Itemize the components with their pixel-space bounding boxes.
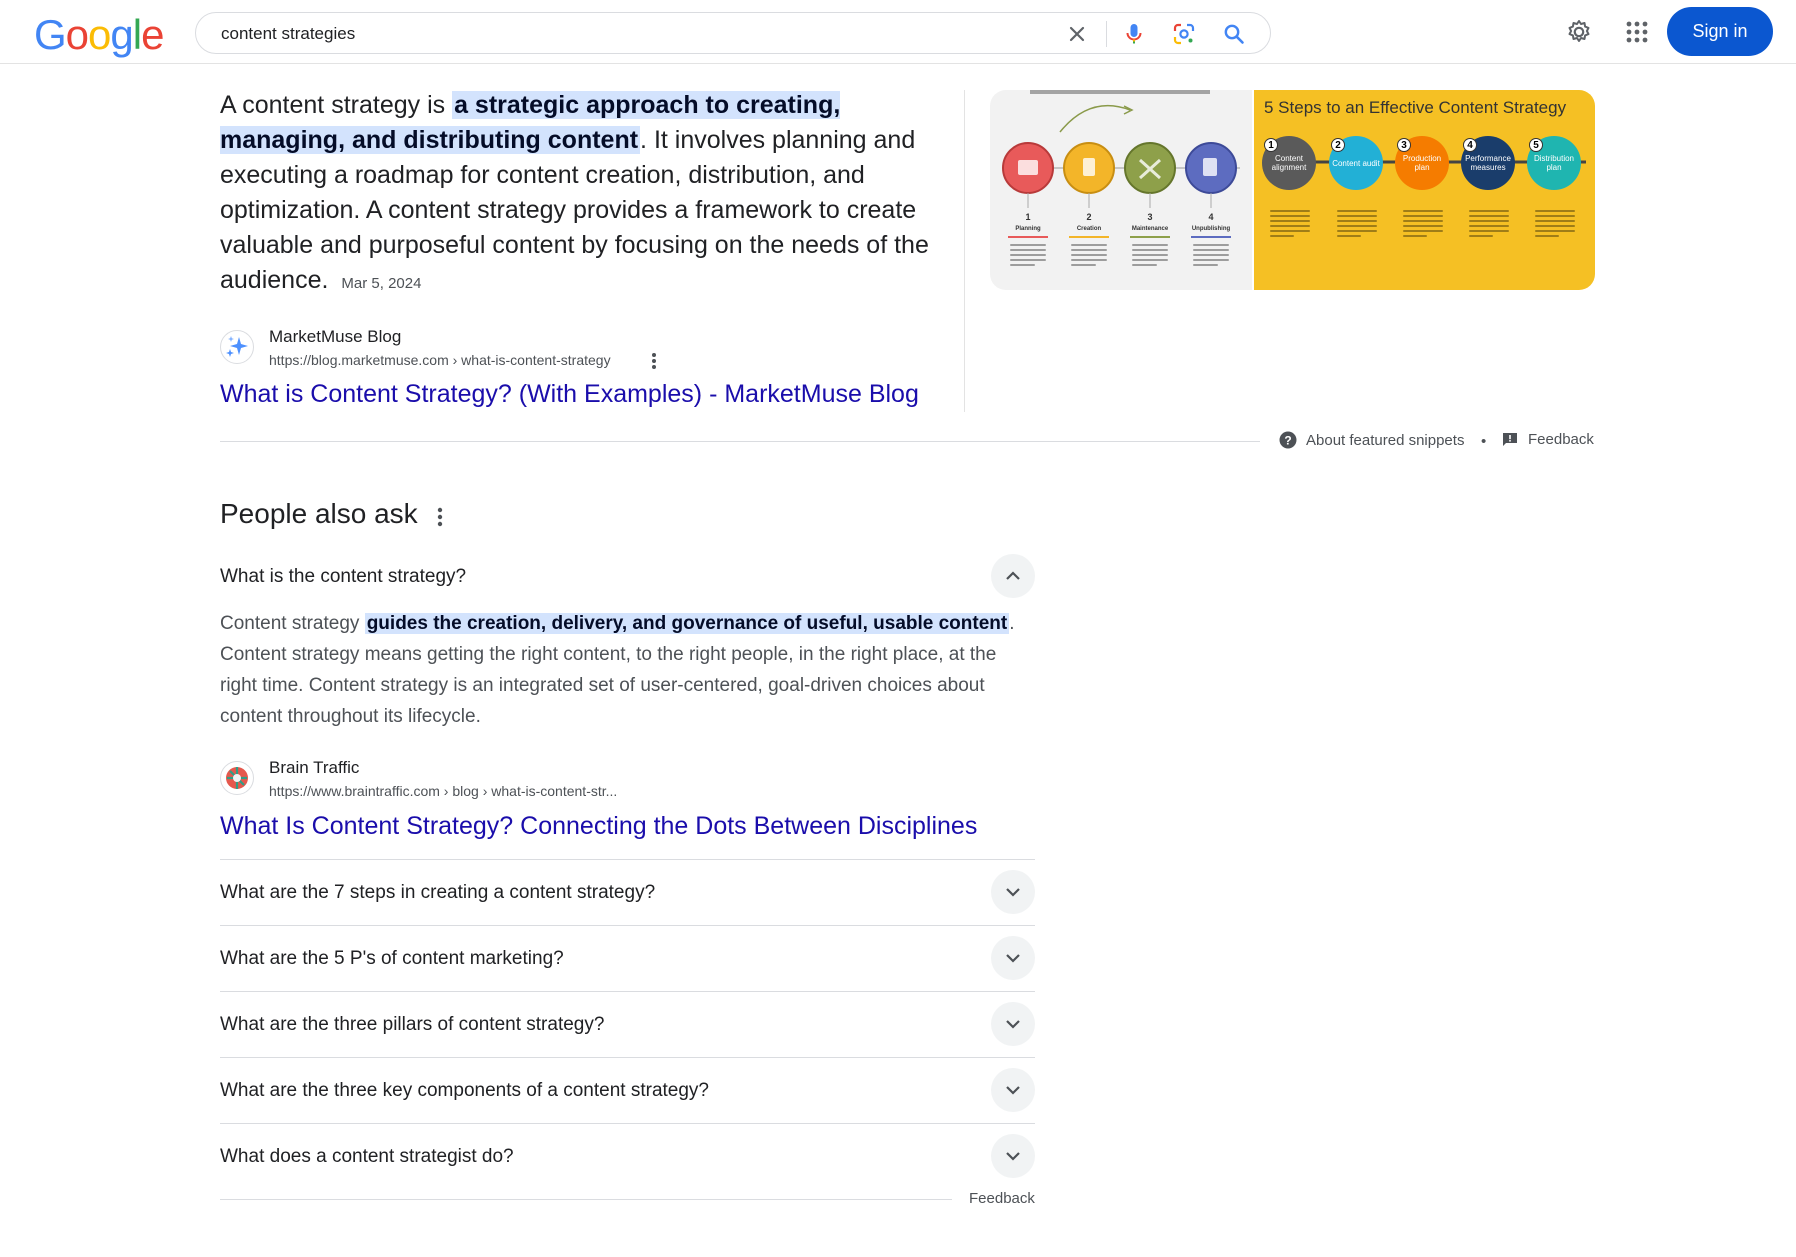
chevron-down-icon[interactable] — [991, 936, 1035, 980]
step-number: 1 — [1264, 138, 1278, 152]
search-divider — [1106, 21, 1107, 47]
snippet-bottom-divider — [220, 441, 1260, 442]
settings-gear-icon[interactable] — [1563, 16, 1595, 48]
answer-result-link[interactable]: What Is Content Strategy? Connecting the… — [220, 812, 977, 841]
chevron-down-icon[interactable] — [991, 1134, 1035, 1178]
snippet-text-before: A content strategy is — [220, 91, 453, 119]
paa-question[interactable]: What are the three pillars of content st… — [220, 992, 1035, 1058]
marketmuse-favicon[interactable] — [220, 330, 254, 364]
paa-answer: Content strategy guides the creation, de… — [220, 608, 1020, 732]
text-lines — [1071, 244, 1107, 269]
answer-highlight: guides the creation, delivery, and gover… — [364, 613, 1010, 634]
text-lines — [1010, 244, 1046, 269]
paa-question[interactable]: What does a content strategist do? — [220, 1124, 1035, 1190]
logo-letter: e — [141, 11, 164, 58]
microphone-icon[interactable] — [1121, 21, 1147, 47]
more-options-icon[interactable] — [430, 505, 450, 529]
brain-traffic-favicon[interactable] — [220, 761, 254, 795]
step-planning: 1 Planning — [1015, 212, 1041, 232]
logo-letter: o — [88, 11, 111, 58]
text-lines — [1193, 244, 1229, 269]
featured-snippet-text: A content strategy is a strategic approa… — [220, 88, 960, 301]
logo-letter: o — [65, 11, 89, 58]
text-lines — [1132, 244, 1168, 269]
help-icon: ? — [1279, 431, 1297, 449]
answer-source-url[interactable]: https://www.braintraffic.com › blog › wh… — [269, 783, 617, 799]
paa-question[interactable]: What are the three key components of a c… — [220, 1058, 1035, 1124]
text-lines — [1469, 210, 1509, 240]
text-lines — [1535, 210, 1575, 240]
paa-question-expanded[interactable]: What is the content strategy? — [220, 544, 1035, 610]
answer-source-name[interactable]: Brain Traffic — [269, 758, 359, 778]
content-governance-image[interactable]: 1 Planning 2 Creation 3 Maintenance 4 Unpubl… — [990, 90, 1252, 290]
paa-question[interactable]: What are the 5 P's of content marketing? — [220, 926, 1035, 992]
text-lines — [1403, 210, 1443, 240]
chevron-down-icon[interactable] — [991, 1002, 1035, 1046]
five-steps-strategy-image[interactable]: 5 Steps to an Effective Content Strategy… — [1254, 90, 1595, 290]
paa-question-text: What is the content strategy? — [220, 566, 467, 587]
google-lens-icon[interactable] — [1171, 21, 1197, 47]
step-unpublishing: 4 Unpublishing — [1191, 212, 1231, 232]
search-input[interactable]: content strategies — [221, 24, 355, 44]
step-maintenance: 3 Maintenance — [1131, 212, 1169, 232]
snippet-result-link[interactable]: What is Content Strategy? (With Examples… — [220, 380, 919, 409]
more-options-icon[interactable] — [647, 350, 661, 372]
logo-letter: l — [132, 11, 142, 58]
snippet-date: Mar 5, 2024 — [341, 275, 422, 292]
feedback-label: Feedback — [1528, 431, 1594, 448]
step-number: 4 — [1463, 138, 1477, 152]
google-logo[interactable]: Google — [34, 11, 164, 58]
clear-icon[interactable] — [1064, 21, 1090, 47]
chevron-up-icon[interactable] — [991, 554, 1035, 598]
paa-question-text: What are the three pillars of content st… — [220, 1014, 605, 1035]
feedback-icon — [1503, 432, 1517, 446]
snippet-source-name[interactable]: MarketMuse Blog — [269, 327, 401, 347]
logo-letter: g — [110, 11, 133, 58]
snippet-divider — [964, 90, 965, 412]
step-creation: 2 Creation — [1076, 212, 1102, 232]
header: Google content strategies Sign in — [0, 0, 1796, 64]
feedback-link[interactable]: Feedback — [1502, 431, 1594, 448]
chevron-down-icon[interactable] — [991, 870, 1035, 914]
logo-letter: G — [34, 11, 67, 58]
paa-question-text: What does a content strategist do? — [220, 1146, 514, 1167]
snippet-source-url[interactable]: https://blog.marketmuse.com › what-is-co… — [269, 352, 611, 368]
answer-text-before: Content strategy — [220, 613, 365, 634]
separator-dot: • — [1481, 433, 1487, 450]
text-lines — [1337, 210, 1377, 240]
people-also-ask-title: People also ask — [220, 498, 418, 529]
paa-feedback-link[interactable]: Feedback — [969, 1190, 1035, 1207]
paa-question-text: What are the three key components of a c… — [220, 1080, 709, 1101]
paa-question[interactable]: What are the 7 steps in creating a conte… — [220, 860, 1035, 926]
step-number: 5 — [1529, 138, 1543, 152]
svg-text:?: ? — [1284, 434, 1291, 448]
paa-question-text: What are the 7 steps in creating a conte… — [220, 882, 656, 903]
step-number: 3 — [1397, 138, 1411, 152]
sign-in-button[interactable]: Sign in — [1667, 7, 1773, 56]
paa-question-text: What are the 5 P's of content marketing? — [220, 948, 564, 969]
chevron-down-icon[interactable] — [991, 1068, 1035, 1112]
search-icon[interactable] — [1221, 21, 1247, 47]
step-number: 2 — [1331, 138, 1345, 152]
search-box[interactable]: content strategies — [195, 12, 1271, 54]
about-featured-snippets-label: About featured snippets — [1306, 431, 1465, 449]
apps-grid-icon[interactable] — [1621, 16, 1653, 48]
text-lines — [1270, 210, 1310, 240]
about-featured-snippets[interactable]: ? About featured snippets — [1279, 431, 1464, 449]
paa-bottom-divider — [220, 1199, 952, 1200]
